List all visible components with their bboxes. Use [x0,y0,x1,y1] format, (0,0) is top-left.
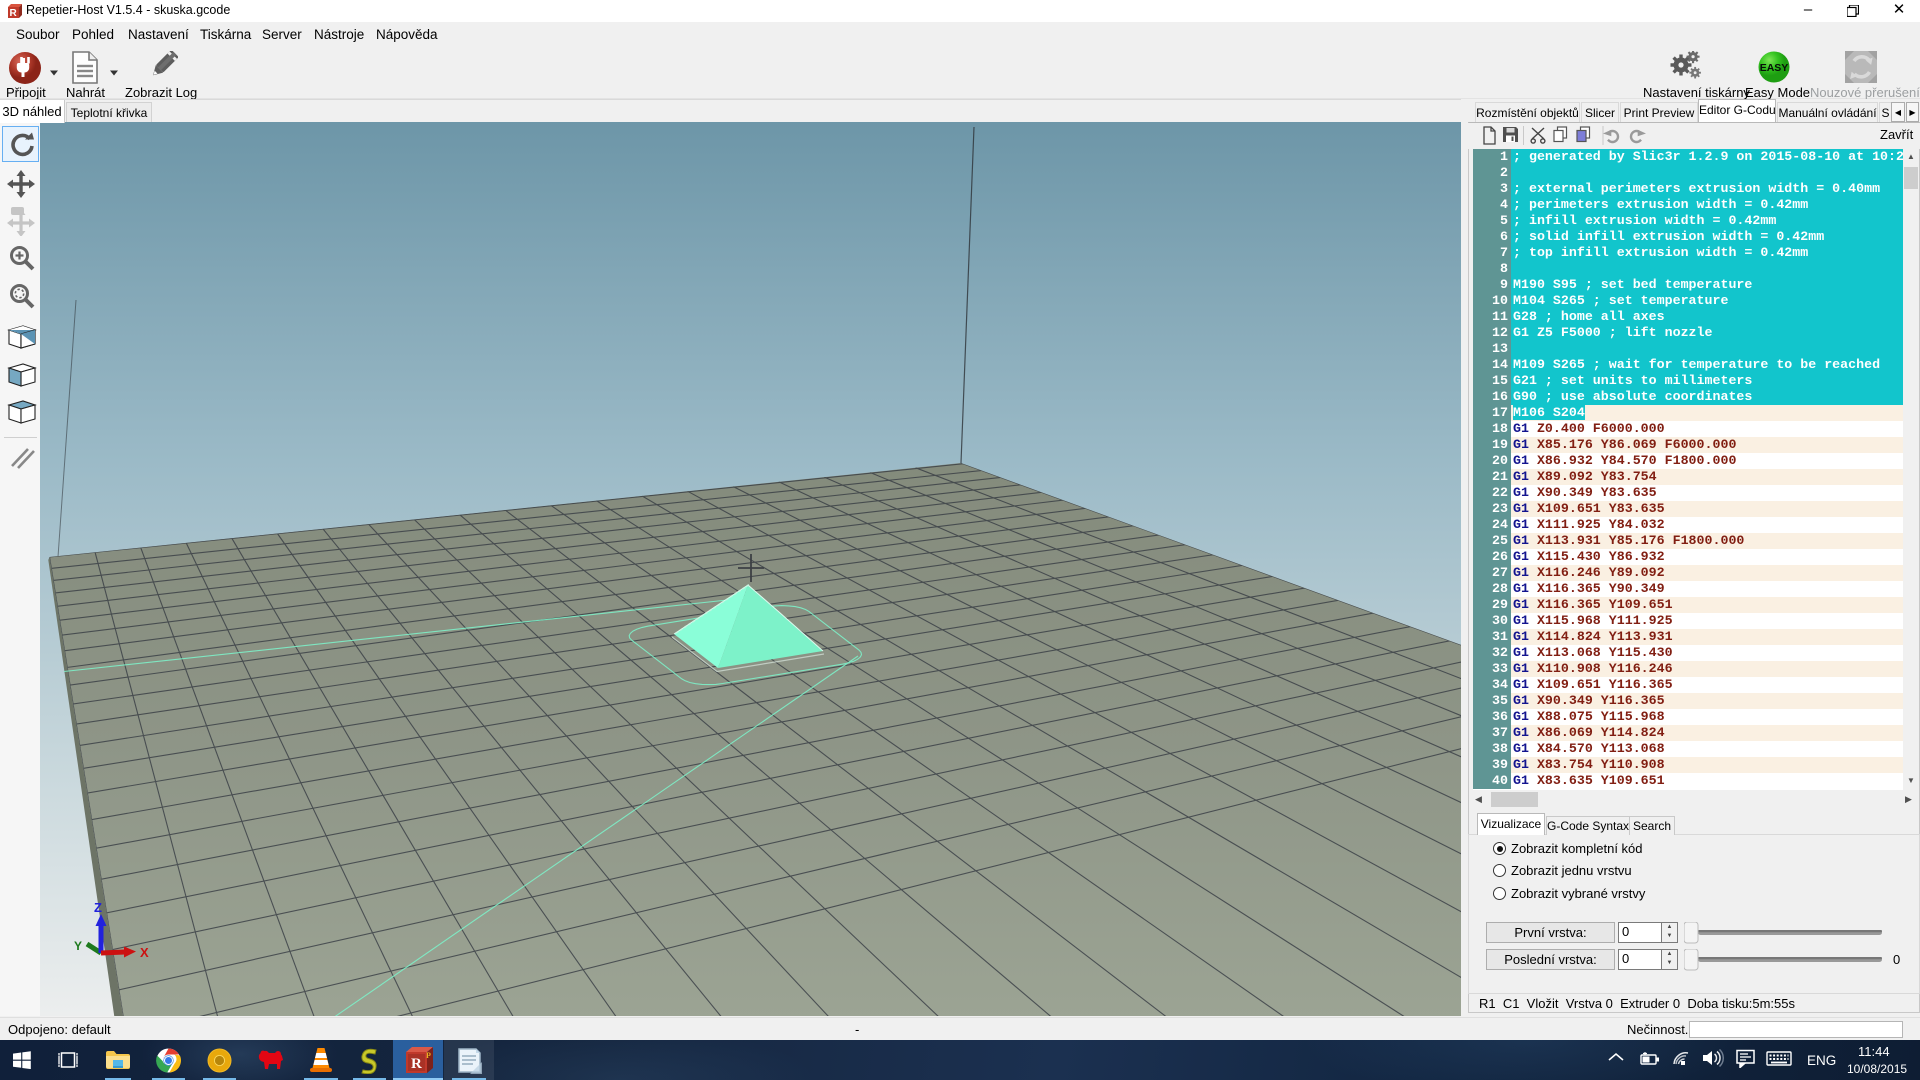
svg-text:Y: Y [74,939,82,953]
svg-text:Z: Z [94,900,102,915]
svg-text:EASY: EASY [1760,62,1789,74]
svg-text:P: P [426,1051,431,1060]
svg-text:R: R [411,1056,422,1072]
svg-text:X: X [140,945,149,960]
svg-text:R: R [10,8,18,19]
